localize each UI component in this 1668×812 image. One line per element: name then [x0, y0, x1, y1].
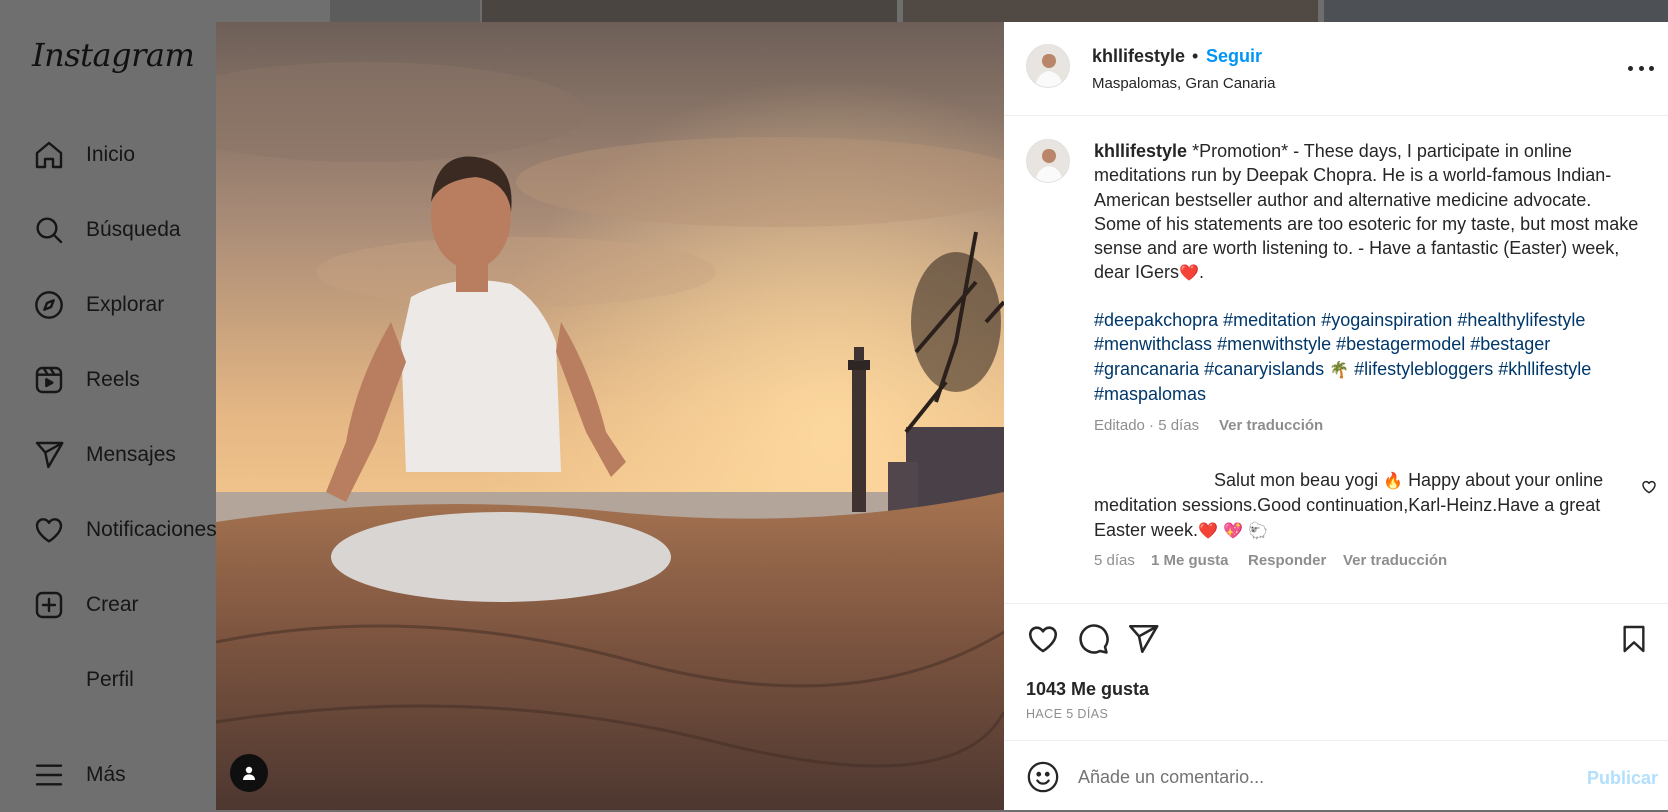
hashtag-link[interactable]: #grancanaria	[1094, 359, 1199, 379]
send-icon	[32, 438, 66, 472]
background-thumbnail	[482, 0, 897, 22]
caption-edited-time[interactable]: Editado · 5 días	[1094, 417, 1199, 434]
heart-emojis: ❤️ 💖 🐑	[1198, 520, 1268, 540]
heart-icon	[32, 513, 66, 547]
comment-input[interactable]	[1078, 761, 1558, 793]
likes-count[interactable]: 1043 Me gusta	[1026, 679, 1149, 700]
background-thumbnail	[1324, 0, 1668, 22]
tagged-users-button[interactable]	[230, 754, 268, 792]
sidebar-item-label: Crear	[86, 593, 139, 616]
post-author-username[interactable]: khllifestyle	[1092, 46, 1185, 67]
background-thumbnail	[330, 0, 480, 22]
hashtag-link[interactable]: #maspalomas	[1094, 384, 1206, 404]
sidebar-item-label: Búsqueda	[86, 218, 181, 241]
emoji-picker-button[interactable]	[1026, 760, 1060, 794]
sidebar-item-crear[interactable]: Crear	[32, 585, 139, 625]
see-translation-link[interactable]: Ver traducción	[1219, 417, 1323, 434]
sidebar-item-mensajes[interactable]: Mensajes	[32, 435, 176, 475]
home-icon	[32, 138, 66, 172]
sidebar-item-busqueda[interactable]: Búsqueda	[32, 210, 181, 250]
compass-icon	[32, 288, 66, 322]
palm-tree-emoji: 🌴	[1329, 359, 1350, 379]
fire-emoji: 🔥	[1383, 471, 1404, 490]
send-icon	[1128, 624, 1159, 654]
caption-username[interactable]: khllifestyle	[1094, 141, 1187, 161]
divider	[1004, 603, 1668, 604]
hashtag-link[interactable]: #bestagermodel	[1336, 334, 1465, 354]
background-thumbnail	[903, 0, 1318, 22]
post-image[interactable]	[216, 22, 1004, 810]
post-photo-illustration	[216, 22, 1004, 810]
hashtag-link[interactable]: #canaryislands	[1204, 359, 1324, 379]
bookmark-icon	[1623, 625, 1645, 653]
avatar	[32, 663, 66, 697]
hashtag-link[interactable]: #menwithstyle	[1217, 334, 1331, 354]
plus-square-icon	[32, 588, 66, 622]
heart-icon	[1028, 626, 1058, 653]
hashtag-link[interactable]: #lifestylebloggers	[1354, 359, 1493, 379]
post-location[interactable]: Maspalomas, Gran Canaria	[1092, 75, 1275, 92]
sidebar-item-label: Explorar	[86, 293, 165, 316]
more-dot-icon	[1649, 65, 1654, 71]
post-details-panel: khllifestyle • Seguir Maspalomas, Gran C…	[1004, 22, 1668, 810]
hashtag-link[interactable]: #khllifestyle	[1498, 359, 1591, 379]
post-header: khllifestyle • Seguir Maspalomas, Gran C…	[1004, 22, 1668, 116]
post-hashtags: #deepakchopra #meditation #yogainspirati…	[1094, 308, 1639, 406]
comment-item: Salut mon beau yogi 🔥 Happy about your o…	[1094, 468, 1614, 543]
sidebar-item-explorar[interactable]: Explorar	[32, 285, 164, 325]
sidebar-item-label: Notificaciones	[86, 518, 217, 541]
comment-icon	[1079, 624, 1109, 654]
post-caption: khllifestyle *Promotion* - These days, I…	[1094, 139, 1639, 286]
sidebar-item-label: Perfil	[86, 668, 134, 691]
sidebar-item-notificaciones[interactable]: Notificaciones	[32, 510, 217, 550]
profile-photo	[1027, 140, 1069, 182]
comment-text: Salut mon beau yogi	[1214, 470, 1379, 490]
sidebar-item-label: Inicio	[86, 143, 136, 166]
sidebar-item-label: Mensajes	[86, 443, 176, 466]
comment-like-button[interactable]	[1641, 479, 1659, 497]
user-icon	[243, 766, 255, 780]
publish-button[interactable]: Publicar	[1587, 768, 1658, 789]
save-button[interactable]	[1618, 622, 1654, 658]
follow-button[interactable]: Seguir	[1206, 46, 1262, 67]
share-button[interactable]	[1126, 622, 1162, 658]
like-button[interactable]	[1026, 622, 1062, 658]
menu-icon	[32, 758, 66, 792]
comment-button[interactable]	[1076, 622, 1112, 658]
sidebar-item-inicio[interactable]: Inicio	[32, 135, 135, 175]
hashtag-link[interactable]: #healthylifestyle	[1457, 310, 1585, 330]
more-options-button[interactable]	[1628, 58, 1654, 78]
sidebar-item-label: Reels	[86, 368, 140, 391]
sidebar-item-perfil[interactable]: Perfil	[32, 660, 134, 700]
reels-icon	[32, 363, 66, 397]
instagram-logo[interactable]: Instagram	[32, 36, 195, 74]
sidebar-item-mas[interactable]: Más	[32, 755, 126, 795]
hashtag-link[interactable]: #menwithclass	[1094, 334, 1212, 354]
reply-button[interactable]: Responder	[1248, 552, 1326, 569]
more-dot-icon	[1638, 65, 1644, 71]
search-icon	[32, 213, 66, 247]
comment-see-translation-link[interactable]: Ver traducción	[1343, 552, 1447, 569]
sidebar-item-reels[interactable]: Reels	[32, 360, 140, 400]
add-comment-bar: Publicar	[1004, 740, 1668, 810]
profile-photo	[1027, 45, 1069, 87]
heart-icon	[1642, 480, 1656, 494]
caption-emoji: ❤️.	[1179, 263, 1205, 283]
caption-text: *Promotion* - These days, I participate …	[1094, 141, 1639, 283]
hashtag-link[interactable]: #bestager	[1470, 334, 1550, 354]
comment-likes-count[interactable]: 1 Me gusta	[1151, 552, 1229, 569]
hashtag-link[interactable]: #deepakchopra	[1094, 310, 1218, 330]
smiley-icon	[1027, 761, 1059, 793]
comment-time[interactable]: 5 días	[1094, 552, 1135, 569]
separator-dot: •	[1192, 46, 1199, 66]
avatar[interactable]	[1026, 139, 1070, 183]
hashtag-link[interactable]: #yogainspiration	[1321, 310, 1452, 330]
more-dot-icon	[1628, 65, 1633, 71]
sidebar-item-label: Más	[86, 763, 126, 786]
post-time[interactable]: HACE 5 DÍAS	[1026, 707, 1108, 721]
avatar[interactable]	[1026, 44, 1070, 88]
hashtag-link[interactable]: #meditation	[1223, 310, 1316, 330]
